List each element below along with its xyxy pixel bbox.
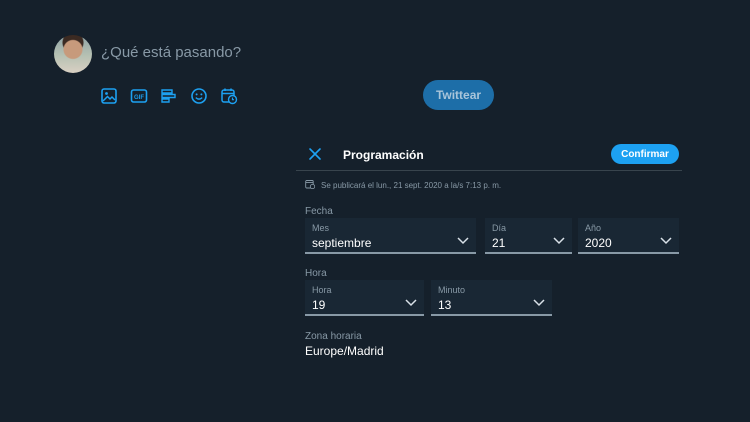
date-section-label: Fecha <box>305 206 333 217</box>
confirm-button[interactable]: Confirmar <box>611 144 679 164</box>
time-section-label: Hora <box>305 268 327 279</box>
schedule-icon[interactable] <box>220 87 238 105</box>
hour-value: 19 <box>312 298 326 312</box>
schedule-note: Se publicará el lun., 21 sept. 2020 a la… <box>305 179 501 191</box>
gif-icon[interactable]: GIF <box>130 87 148 105</box>
calendar-clock-icon <box>305 179 316 191</box>
month-label: Mes <box>312 223 330 233</box>
compose-toolbar: GIF <box>100 87 238 105</box>
schedule-note-text: Se publicará el lun., 21 sept. 2020 a la… <box>321 180 502 190</box>
minute-label: Minuto <box>438 285 466 295</box>
year-value: 2020 <box>585 236 612 250</box>
minute-select[interactable]: Minuto 13 <box>431 280 552 316</box>
year-label: Año <box>585 223 602 233</box>
chevron-down-icon <box>660 237 672 245</box>
avatar[interactable] <box>54 35 92 73</box>
chevron-down-icon <box>405 299 417 307</box>
hour-select[interactable]: Hora 19 <box>305 280 424 316</box>
day-label: Día <box>492 223 507 233</box>
image-icon[interactable] <box>100 87 118 105</box>
compose-input[interactable]: ¿Qué está pasando? <box>101 44 241 61</box>
chevron-down-icon <box>533 299 545 307</box>
timezone-value: Europe/Madrid <box>305 344 384 358</box>
svg-text:GIF: GIF <box>134 95 144 101</box>
minute-value: 13 <box>438 298 452 312</box>
emoji-icon[interactable] <box>190 87 208 105</box>
chevron-down-icon <box>457 237 469 245</box>
tweet-button[interactable]: Twittear <box>423 80 494 110</box>
schedule-header: Programación Confirmar <box>296 141 682 171</box>
day-value: 21 <box>492 236 506 250</box>
poll-icon[interactable] <box>160 87 178 105</box>
month-select[interactable]: Mes septiembre <box>305 218 476 254</box>
month-value: septiembre <box>312 236 372 250</box>
close-icon[interactable] <box>308 147 322 161</box>
day-select[interactable]: Día 21 <box>485 218 572 254</box>
chevron-down-icon <box>553 237 565 245</box>
timezone-label: Zona horaria <box>305 331 362 342</box>
year-select[interactable]: Año 2020 <box>578 218 679 254</box>
panel-title: Programación <box>343 148 424 162</box>
hour-label: Hora <box>312 285 332 295</box>
